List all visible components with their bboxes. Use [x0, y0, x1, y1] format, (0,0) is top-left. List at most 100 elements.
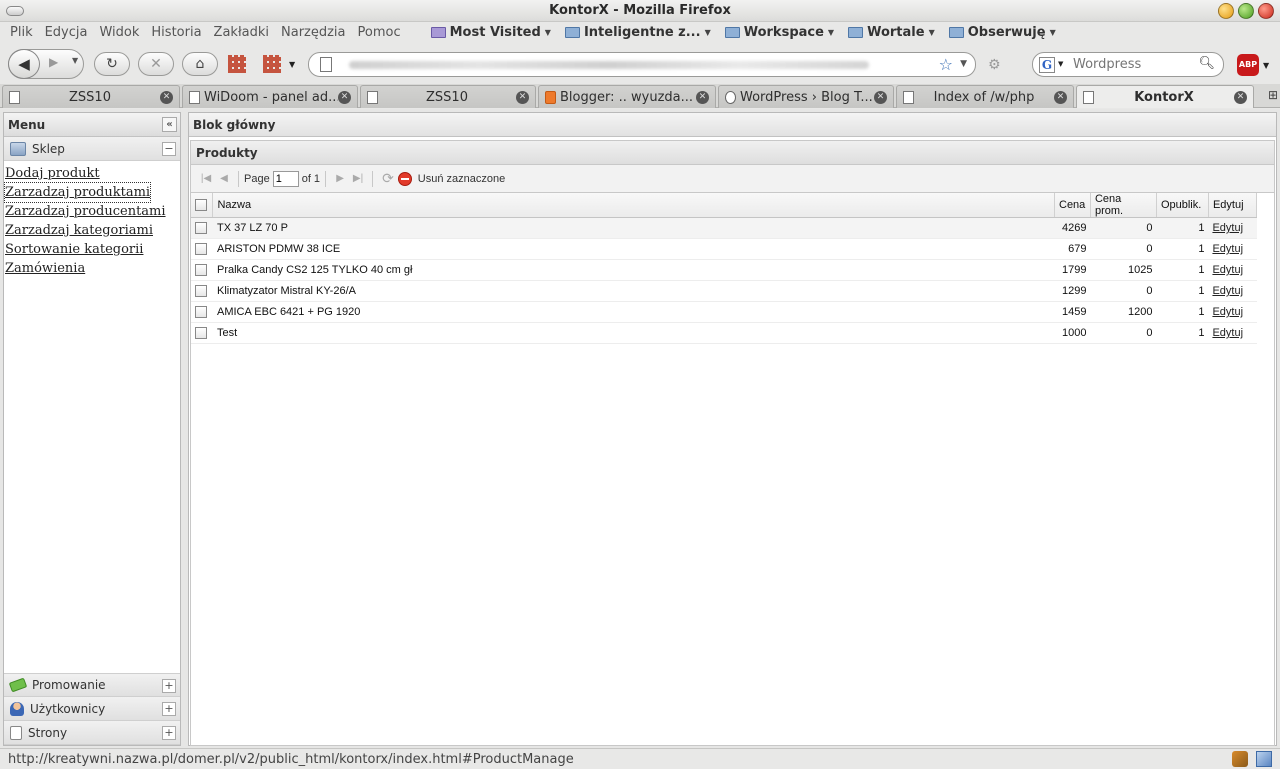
addon-grid-icon-2[interactable] [263, 55, 281, 73]
accordion-promowanie[interactable]: Promowanie + [4, 673, 180, 697]
history-dropdown-icon[interactable]: ▼ [72, 56, 78, 65]
close-window-button[interactable] [1258, 3, 1274, 19]
select-all-header[interactable] [191, 193, 214, 218]
link-dodaj-produkt[interactable]: Dodaj produkt [5, 164, 179, 183]
tab-zss10-2[interactable]: ZSS10 ✕ [360, 85, 536, 108]
table-row[interactable]: Test 1000 0 1 Edytuj [191, 322, 1257, 344]
bookmark-workspace[interactable]: Workspace ▼ [724, 25, 834, 40]
link-zamowienia[interactable]: Zamówienia [5, 259, 179, 278]
row-checkbox[interactable] [195, 306, 207, 319]
adblock-plus-icon[interactable]: ABP [1237, 54, 1259, 76]
select-all-checkbox[interactable] [195, 199, 207, 212]
close-icon[interactable]: ✕ [1054, 90, 1067, 104]
back-button[interactable]: ◀ [8, 49, 40, 79]
menu-widok[interactable]: Widok [93, 25, 145, 40]
close-icon[interactable]: ✕ [160, 90, 173, 104]
column-header-edytuj[interactable]: Edytuj [1208, 193, 1258, 218]
link-zarzadzaj-producentami[interactable]: Zarzadzaj producentami [5, 202, 179, 221]
addon-grid-icon[interactable] [228, 55, 246, 73]
bookmark-most-visited[interactable]: Most Visited ▼ [430, 25, 551, 40]
refresh-icon[interactable]: ⟳ [382, 170, 394, 187]
table-row[interactable]: ARISTON PDMW 38 ICE 679 0 1 Edytuj [191, 238, 1257, 260]
expand-icon[interactable]: + [162, 679, 176, 693]
maximize-button[interactable] [1238, 3, 1254, 19]
collapse-icon[interactable]: − [162, 142, 176, 156]
edit-link[interactable]: Edytuj [1212, 243, 1243, 255]
tab-widoom[interactable]: WiDoom - panel ad... ✕ [182, 85, 358, 108]
close-icon[interactable]: ✕ [696, 90, 709, 104]
accordion-strony[interactable]: Strony + [4, 721, 180, 745]
url-bar[interactable]: ☆ ▼ [308, 52, 976, 77]
bookmark-obserwuje[interactable]: Obserwuję ▼ [948, 25, 1056, 40]
edit-link[interactable]: Edytuj [1212, 327, 1243, 339]
go-icon[interactable]: ⚙ [988, 57, 1001, 73]
bookmark-wortale[interactable]: Wortale ▼ [848, 25, 935, 40]
collapse-sidebar-icon[interactable]: « [162, 117, 177, 132]
search-input[interactable] [1073, 57, 1193, 72]
delete-icon[interactable] [397, 171, 412, 186]
window-menu-button[interactable] [6, 6, 24, 16]
menu-zakladki[interactable]: Zakładki [208, 25, 275, 40]
row-select-cell[interactable] [191, 322, 213, 344]
menu-narzedzia[interactable]: Narzędzia [275, 25, 352, 40]
stop-button[interactable]: ✕ [138, 52, 174, 76]
row-checkbox[interactable] [195, 327, 207, 340]
accordion-uzytkownicy[interactable]: Użytkownicy + [4, 697, 180, 721]
edit-link[interactable]: Edytuj [1212, 264, 1243, 276]
accordion-sklep[interactable]: Sklep − [4, 137, 180, 161]
minimize-button[interactable] [1218, 3, 1234, 19]
menu-plik[interactable]: Plik [4, 25, 39, 40]
chevron-down-icon[interactable]: ▼ [1263, 61, 1269, 70]
search-engine-dropdown-icon[interactable]: ▼ [1058, 60, 1063, 68]
row-checkbox[interactable] [195, 222, 207, 235]
row-select-cell[interactable] [191, 301, 213, 323]
search-box[interactable]: G ▼ 🔍︎ [1032, 52, 1224, 77]
row-select-cell[interactable] [191, 217, 213, 239]
bookmark-inteligentne[interactable]: Inteligentne z... ▼ [564, 25, 711, 40]
tab-zss10-1[interactable]: ZSS10 ✕ [2, 85, 180, 108]
close-icon[interactable]: ✕ [338, 90, 351, 104]
column-header-opublik[interactable]: Opublik. [1156, 193, 1209, 218]
column-header-nazwa[interactable]: Nazwa [212, 193, 1055, 218]
row-checkbox[interactable] [195, 285, 207, 298]
site-identity-icon[interactable] [320, 57, 332, 72]
row-checkbox[interactable] [195, 264, 207, 277]
table-row[interactable]: TX 37 LZ 70 P 4269 0 1 Edytuj [191, 217, 1257, 239]
expand-icon[interactable]: + [162, 702, 176, 716]
table-row[interactable]: Klimatyzator Mistral KY-26/A 1299 0 1 Edytuj [191, 280, 1257, 302]
first-page-icon[interactable]: |◀ [197, 173, 215, 184]
next-page-icon[interactable]: ▶ [331, 173, 349, 184]
tab-index-php[interactable]: Index of /w/php ✕ [896, 85, 1074, 108]
home-button[interactable]: ⌂ [182, 52, 218, 76]
cube-icon[interactable] [1256, 751, 1272, 767]
tab-blogger[interactable]: Blogger: .. wyuzda... ✕ [538, 85, 716, 108]
delete-selected-button[interactable]: Usuń zaznaczone [418, 173, 505, 185]
close-icon[interactable]: ✕ [1234, 90, 1247, 104]
chevron-down-icon[interactable]: ▼ [289, 60, 295, 69]
page-number-input[interactable] [272, 170, 299, 187]
link-zarzadzaj-kategoriami[interactable]: Zarzadzaj kategoriami [5, 221, 179, 240]
tab-kontorx[interactable]: KontorX ✕ [1076, 85, 1254, 108]
row-select-cell[interactable] [191, 259, 213, 281]
tab-wordpress[interactable]: WordPress › Blog T... ✕ [718, 85, 894, 108]
column-header-cena[interactable]: Cena [1054, 193, 1091, 218]
list-all-tabs-icon[interactable]: ⊞ [1268, 88, 1278, 102]
reload-button[interactable]: ↻ [94, 52, 130, 76]
row-checkbox[interactable] [195, 243, 207, 256]
link-sortowanie-kategorii[interactable]: Sortowanie kategorii [5, 240, 179, 259]
url-history-dropdown-icon[interactable]: ▼ [960, 59, 967, 69]
expand-icon[interactable]: + [162, 726, 176, 740]
row-select-cell[interactable] [191, 238, 213, 260]
menu-pomoc[interactable]: Pomoc [352, 25, 407, 40]
bookmark-star-icon[interactable]: ☆ [939, 55, 953, 74]
menu-historia[interactable]: Historia [145, 25, 207, 40]
addon-status-icon[interactable] [1232, 751, 1248, 767]
prev-page-icon[interactable]: ◀ [215, 173, 233, 184]
table-row[interactable]: Pralka Candy CS2 125 TYLKO 40 cm gł 1799 1… [191, 259, 1257, 281]
last-page-icon[interactable]: ▶| [349, 173, 367, 184]
close-icon[interactable]: ✕ [874, 90, 887, 104]
edit-link[interactable]: Edytuj [1212, 306, 1243, 318]
close-icon[interactable]: ✕ [516, 90, 529, 104]
row-select-cell[interactable] [191, 280, 213, 302]
edit-link[interactable]: Edytuj [1212, 222, 1243, 234]
